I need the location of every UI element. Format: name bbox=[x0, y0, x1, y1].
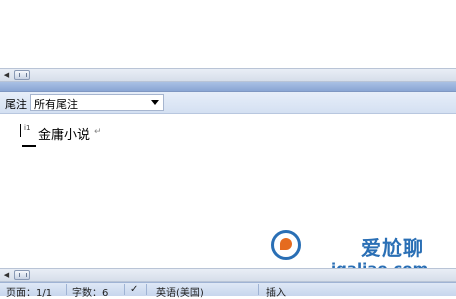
endnote-reference: i1 bbox=[24, 124, 31, 132]
status-bar: 页面：1/1 字数：6 ✓ 英语(美国) 插入 bbox=[0, 282, 456, 299]
spellcheck-icon[interactable]: ✓ bbox=[130, 284, 138, 295]
scroll-left-icon[interactable]: ◀ bbox=[0, 69, 13, 81]
status-language[interactable]: 英语(美国) bbox=[156, 284, 204, 299]
horizontal-scrollbar-top[interactable]: ◀ bbox=[0, 68, 456, 82]
site-logo-icon bbox=[271, 230, 301, 260]
status-divider bbox=[258, 284, 259, 295]
document-area-top bbox=[0, 0, 456, 68]
horizontal-scrollbar-bottom[interactable]: ◀ bbox=[0, 268, 456, 282]
text-cursor bbox=[20, 124, 21, 137]
paragraph-mark-icon: ↵ bbox=[94, 127, 102, 137]
scroll-left-icon[interactable]: ◀ bbox=[0, 269, 13, 281]
watermark-title: 爱尬聊 bbox=[361, 236, 424, 260]
status-divider bbox=[66, 284, 67, 295]
endnote-label: 尾注 bbox=[5, 98, 27, 111]
status-word-count[interactable]: 字数：6 bbox=[72, 284, 108, 299]
endnote-text[interactable]: 金庸小说 bbox=[38, 124, 90, 143]
scrollbar-thumb[interactable] bbox=[14, 270, 30, 280]
status-insert-mode[interactable]: 插入 bbox=[266, 284, 286, 299]
status-page[interactable]: 页面：1/1 bbox=[6, 284, 52, 299]
endnote-select-value: 所有尾注 bbox=[34, 98, 78, 111]
endnote-select[interactable]: 所有尾注 bbox=[30, 94, 164, 111]
status-divider bbox=[124, 284, 125, 295]
note-separator bbox=[22, 145, 36, 147]
dropdown-arrow-icon[interactable] bbox=[151, 100, 159, 105]
endnote-toolbar: 尾注 所有尾注 bbox=[0, 92, 456, 114]
status-divider bbox=[146, 284, 147, 295]
scrollbar-thumb[interactable] bbox=[14, 70, 30, 80]
pane-splitter[interactable] bbox=[0, 82, 456, 92]
